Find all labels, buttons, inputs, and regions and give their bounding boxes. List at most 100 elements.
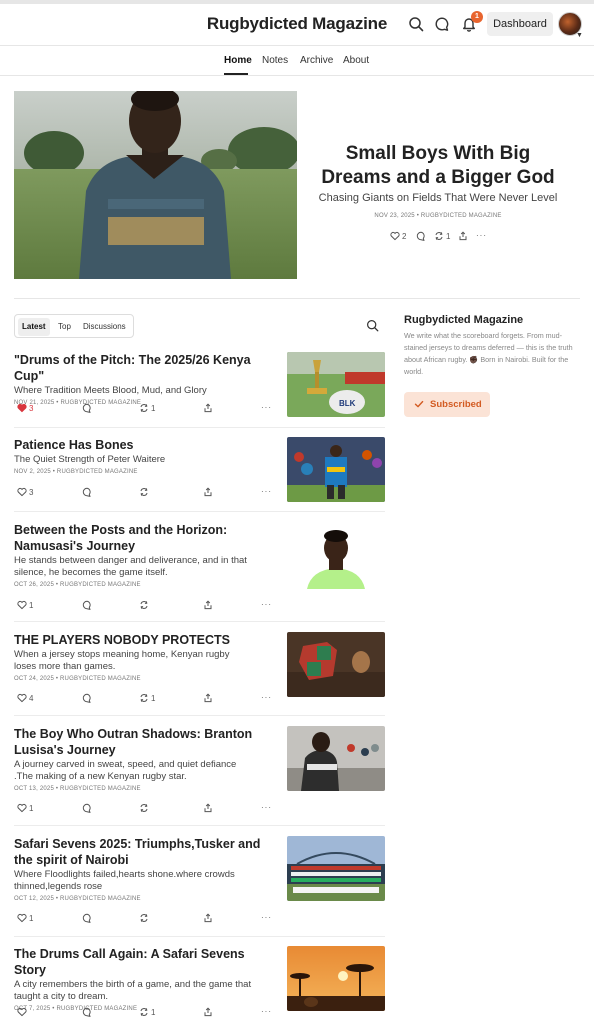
hero-share-button[interactable] <box>458 231 468 241</box>
hero-subtitle: Chasing Giants on Fields That Were Never… <box>318 192 558 204</box>
post-title[interactable]: The Boy Who Outran Shadows: Branton Lusi… <box>14 726 276 758</box>
more-button[interactable]: ··· <box>261 487 272 496</box>
share-icon <box>204 693 212 703</box>
tab-latest[interactable]: Latest <box>18 318 50 336</box>
more-button[interactable]: ··· <box>261 1007 272 1016</box>
search-icon[interactable] <box>366 319 379 332</box>
comment-button[interactable] <box>82 693 92 703</box>
tab-discussions[interactable]: Discussions <box>79 318 130 336</box>
like-button[interactable]: 3 <box>17 487 33 497</box>
post-title[interactable]: The Drums Call Again: A Safari Sevens St… <box>14 946 276 978</box>
comment-icon <box>416 231 425 241</box>
restack-button[interactable] <box>139 487 151 497</box>
restack-icon <box>140 601 148 609</box>
more-button[interactable]: ··· <box>261 403 272 412</box>
like-count: 1 <box>29 913 34 923</box>
like-button[interactable]: 3 <box>17 403 33 413</box>
post-title[interactable]: "Drums of the Pitch: The 2025/26 Kenya C… <box>14 352 276 384</box>
comment-button[interactable] <box>82 913 92 923</box>
comment-button[interactable] <box>82 1007 92 1017</box>
hero-image[interactable] <box>14 91 297 279</box>
post-item[interactable]: "Drums of the Pitch: The 2025/26 Kenya C… <box>14 352 385 428</box>
share-button[interactable] <box>203 913 213 923</box>
hero-comment-button[interactable] <box>416 231 426 241</box>
hero-restack-button[interactable]: 1 <box>434 231 450 241</box>
like-button[interactable]: 1 <box>17 913 33 923</box>
post-separator <box>14 825 385 826</box>
more-button[interactable]: ··· <box>261 913 272 922</box>
more-button[interactable]: ··· <box>261 600 272 609</box>
dashboard-button[interactable]: Dashboard <box>487 12 553 36</box>
post-item[interactable]: The Drums Call Again: A Safari Sevens St… <box>14 946 385 1017</box>
comment-icon <box>82 913 91 923</box>
chevron-down-icon[interactable]: ▼ <box>576 32 583 39</box>
share-button[interactable] <box>203 803 213 813</box>
more-button[interactable]: ··· <box>261 803 272 812</box>
post-thumbnail[interactable] <box>287 946 385 1011</box>
restack-button[interactable] <box>139 600 151 610</box>
nav-archive[interactable]: Archive <box>300 55 333 66</box>
post-thumbnail[interactable] <box>287 524 385 589</box>
post-thumbnail[interactable] <box>287 726 385 791</box>
subscribed-button[interactable]: Subscribed <box>404 392 490 417</box>
post-title[interactable]: Between the Posts and the Horizon: Namus… <box>14 522 276 554</box>
heart-icon <box>17 1007 27 1017</box>
restack-button[interactable] <box>139 803 151 813</box>
more-icon: ··· <box>261 913 272 922</box>
nav-notes[interactable]: Notes <box>262 55 288 66</box>
comment-icon <box>82 487 91 497</box>
restack-button[interactable] <box>139 913 151 923</box>
share-button[interactable] <box>203 693 213 703</box>
restack-button[interactable]: 1 <box>139 1007 155 1017</box>
restack-button[interactable]: 1 <box>139 403 155 413</box>
restack-icon <box>140 488 148 496</box>
restack-button[interactable]: 1 <box>139 693 155 703</box>
post-title[interactable]: Patience Has Bones <box>14 437 276 453</box>
hero-title[interactable]: Small Boys With Big Dreams and a Bigger … <box>316 142 560 190</box>
chat-icon[interactable] <box>434 16 450 32</box>
hero-more-button[interactable]: ··· <box>476 231 487 240</box>
main-nav: Home Notes Archive About <box>0 46 594 76</box>
post-subtitle: He stands between danger and deliverance… <box>14 555 247 578</box>
post-thumbnail[interactable] <box>287 437 385 502</box>
like-button[interactable] <box>17 1007 29 1017</box>
share-button[interactable] <box>203 600 213 610</box>
like-button[interactable]: 1 <box>17 600 33 610</box>
share-button[interactable] <box>203 487 213 497</box>
sidebar-title[interactable]: Rugbydicted Magazine <box>404 314 523 326</box>
comment-button[interactable] <box>82 600 92 610</box>
post-thumbnail[interactable]: BLK <box>287 352 385 417</box>
comment-button[interactable] <box>82 403 92 413</box>
more-icon: ··· <box>261 693 272 702</box>
post-actions: 1 ··· <box>17 1007 272 1017</box>
post-title[interactable]: Safari Sevens 2025: Triumphs,Tusker and … <box>14 836 276 868</box>
more-button[interactable]: ··· <box>261 693 272 702</box>
check-icon <box>414 400 424 408</box>
post-item[interactable]: Between the Posts and the Horizon: Namus… <box>14 522 385 622</box>
post-actions: 1 ··· <box>17 803 272 813</box>
like-button[interactable]: 4 <box>17 693 33 703</box>
post-item[interactable]: Patience Has Bones The Quiet Strength of … <box>14 437 385 512</box>
comment-button[interactable] <box>82 487 92 497</box>
hero-meta: NOV 23, 2025 • RUGBYDICTED MAGAZINE <box>374 213 502 219</box>
post-title[interactable]: THE PLAYERS NOBODY PROTECTS <box>14 632 276 648</box>
post-thumbnail[interactable] <box>287 836 385 901</box>
post-item[interactable]: Safari Sevens 2025: Triumphs,Tusker and … <box>14 836 385 937</box>
nav-about[interactable]: About <box>343 55 369 66</box>
share-icon <box>204 600 212 610</box>
more-icon: ··· <box>261 487 272 496</box>
more-icon: ··· <box>261 803 272 812</box>
post-thumbnail[interactable] <box>287 632 385 697</box>
nav-home[interactable]: Home <box>224 55 252 66</box>
heart-icon <box>17 600 27 610</box>
search-icon[interactable] <box>408 16 424 32</box>
post-separator <box>14 715 385 716</box>
comment-button[interactable] <box>82 803 92 813</box>
like-button[interactable]: 1 <box>17 803 33 813</box>
post-item[interactable]: The Boy Who Outran Shadows: Branton Lusi… <box>14 726 385 826</box>
hero-like-button[interactable]: 2 <box>390 231 406 241</box>
post-item[interactable]: THE PLAYERS NOBODY PROTECTS When a jersey… <box>14 632 385 716</box>
tab-top[interactable]: Top <box>54 318 75 336</box>
share-button[interactable] <box>203 1007 213 1017</box>
share-button[interactable] <box>203 403 213 413</box>
